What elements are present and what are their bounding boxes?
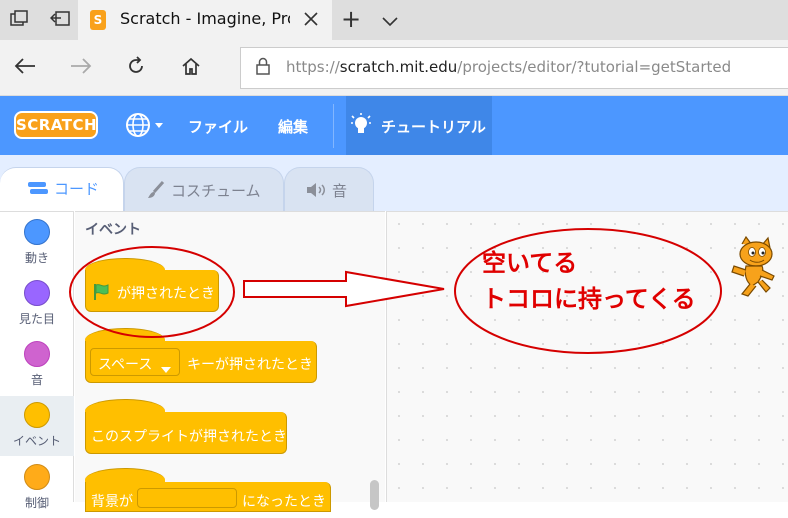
- code-blocks-icon: [27, 180, 49, 200]
- category-sound[interactable]: 音: [0, 335, 74, 395]
- palette-heading-events: イベント: [85, 222, 141, 238]
- key-dropdown-value: スペース: [98, 357, 153, 373]
- tab-manager-icon[interactable]: [10, 10, 28, 32]
- edit-menu[interactable]: 編集: [278, 116, 308, 137]
- tab-title: Scratch - Imagine, Progr: [120, 9, 290, 28]
- scratch-logo[interactable]: SCRATCH: [14, 111, 98, 139]
- back-arrow-icon[interactable]: [14, 57, 36, 79]
- tab-costumes-label: コスチューム: [171, 182, 261, 200]
- url-text[interactable]: https://scratch.mit.edu/projects/editor/…: [286, 58, 731, 76]
- tab-sounds-label: 音: [332, 182, 348, 200]
- menu-divider: [333, 104, 334, 148]
- paintbrush-icon: [146, 180, 166, 204]
- category-looks-dot: [24, 280, 50, 306]
- tab-sounds[interactable]: [284, 167, 374, 211]
- tab-code-label: コード: [54, 180, 100, 198]
- category-looks[interactable]: 見た目: [0, 274, 74, 334]
- new-tab-button[interactable]: +: [341, 7, 361, 31]
- category-events-label: イベント: [12, 434, 61, 448]
- category-events-dot: [24, 402, 50, 428]
- backdrop-dropdown[interactable]: [137, 488, 237, 508]
- category-motion-dot: [24, 219, 50, 245]
- category-motion-label: 動き: [24, 251, 49, 265]
- url-path: /projects/editor/?tutorial=getStarted: [457, 58, 732, 76]
- close-tab-icon[interactable]: [303, 11, 319, 31]
- annotation-text: 空いてる トコロに持ってくる: [482, 249, 696, 313]
- refresh-icon[interactable]: [126, 56, 146, 80]
- url-scheme: https://: [286, 58, 340, 76]
- category-sound-dot: [24, 341, 50, 367]
- file-menu[interactable]: ファイル: [188, 116, 248, 137]
- url-host: scratch.mit.edu: [339, 58, 458, 76]
- lock-icon[interactable]: [256, 57, 270, 79]
- block-when-sprite-clicked-label: このスプライトが押されたとき: [91, 429, 287, 445]
- category-control-label: 制御: [24, 496, 49, 510]
- category-sound-label: 音: [30, 373, 43, 387]
- tab-list-chevron-icon[interactable]: [382, 13, 398, 31]
- dropdown-caret-icon: [161, 359, 171, 378]
- set-tabs-aside-icon[interactable]: [49, 10, 70, 32]
- category-events[interactable]: イベント: [0, 396, 74, 456]
- block-when-backdrop-prefix: 背景が: [91, 494, 133, 510]
- category-control[interactable]: 制御: [0, 458, 74, 518]
- palette-scrollbar[interactable]: [370, 480, 379, 510]
- annotation-circle-block: [68, 243, 238, 343]
- category-control-dot: [24, 464, 50, 490]
- home-icon[interactable]: [181, 56, 201, 80]
- language-globe-icon[interactable]: [125, 112, 165, 142]
- scratch-cat-sprite: [728, 235, 780, 304]
- speaker-icon: [306, 182, 328, 202]
- category-motion[interactable]: 動き: [0, 213, 74, 273]
- annotation-arrow-icon: [242, 270, 448, 312]
- block-when-backdrop-suffix: になったとき: [242, 494, 326, 510]
- forward-arrow-icon[interactable]: [70, 57, 92, 79]
- category-looks-label: 見た目: [18, 312, 55, 326]
- scratch-favicon-icon: S: [90, 10, 106, 30]
- block-when-key-pressed-label: キーが押されたとき: [187, 357, 313, 373]
- lightbulb-icon: [350, 112, 372, 142]
- tutorial-menu-label: チュートリアル: [381, 118, 486, 136]
